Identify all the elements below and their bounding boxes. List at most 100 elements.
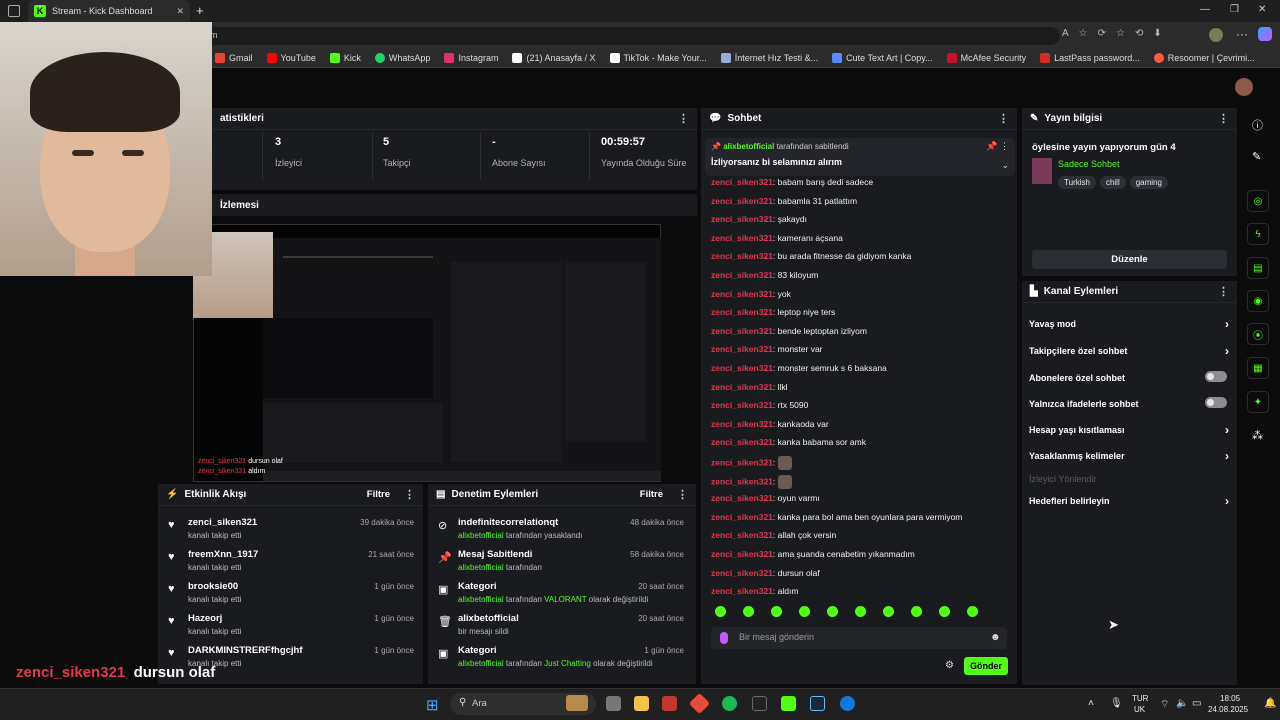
notification-icon[interactable]: 🔔 — [1264, 698, 1276, 709]
chat-username[interactable]: zenci_siken321 — [711, 270, 773, 280]
chat-username[interactable]: zenci_siken321 — [711, 493, 773, 503]
profile-icon[interactable] — [1209, 28, 1223, 42]
document-icon[interactable]: ▤ — [1247, 257, 1269, 279]
emote-icon[interactable] — [771, 606, 782, 617]
kebab-icon[interactable]: ⋮ — [998, 112, 1009, 125]
action-followers-only[interactable]: Takipçilere özel sohbet › — [1029, 344, 1229, 358]
chat-username[interactable]: zenci_siken321 — [711, 457, 773, 467]
chat-username[interactable]: zenci_siken321 — [711, 512, 773, 522]
bookmark-x[interactable]: (21) Anasayfa / X — [512, 52, 596, 63]
kebab-icon[interactable]: ⋮ — [678, 112, 689, 125]
action-slow-mode[interactable]: Yavaş mod › — [1029, 317, 1229, 331]
chat-input[interactable]: Bir mesaj gönderin — [711, 627, 1007, 649]
edge-icon[interactable] — [840, 696, 855, 711]
chat-username[interactable]: zenci_siken321 — [711, 326, 773, 336]
chat-username[interactable]: zenci_siken321 — [711, 214, 773, 224]
bookmark-tiktok[interactable]: TikTok - Make Your... — [609, 52, 707, 63]
action-emotes-only[interactable]: Yalnızca ifadelerle sohbet — [1029, 397, 1229, 409]
moderation-filter-button[interactable]: Filtre — [640, 489, 663, 500]
action-banned-words[interactable]: Yasaklanmış kelimeler › — [1029, 449, 1229, 463]
chat-username[interactable]: zenci_siken321 — [711, 177, 773, 187]
target-icon[interactable]: ◎ — [1247, 190, 1269, 212]
bookmark-youtube[interactable]: YouTube — [266, 52, 316, 63]
window-close-icon[interactable]: ✕ — [1258, 4, 1266, 15]
bookmark-resoomer[interactable]: Resoomer | Çevrimi... — [1153, 52, 1255, 63]
unpin-icon[interactable]: 📌 ⋮ — [986, 141, 1009, 152]
app-icon[interactable] — [662, 696, 677, 711]
lightning-icon[interactable]: ϟ — [1247, 223, 1269, 245]
emote-icon[interactable] — [799, 606, 810, 617]
action-account-age[interactable]: Hesap yaşı kısıtlaması › — [1029, 423, 1229, 437]
tab-kick-dashboard[interactable]: K Stream - Kick Dashboard ✕ — [28, 0, 190, 22]
bookmark-cute-text[interactable]: Cute Text Art | Copy... — [832, 52, 933, 63]
kebab-icon[interactable]: ⋮ — [1218, 112, 1229, 125]
kebab-icon[interactable]: ⋮ — [677, 488, 688, 501]
chevron-up-icon[interactable]: ˄ — [1088, 698, 1094, 709]
chat-username[interactable]: zenci_siken321 — [711, 289, 773, 299]
maximize-icon[interactable]: ❐ — [1230, 4, 1239, 15]
language-top[interactable]: TUR — [1132, 694, 1148, 703]
message-icon[interactable]: ◉ — [1247, 290, 1269, 312]
chat-username[interactable]: zenci_siken321 — [711, 568, 773, 578]
kick-app-icon[interactable] — [781, 696, 796, 711]
clock-time[interactable]: 18:05 — [1220, 694, 1240, 703]
chevron-down-icon[interactable]: ⌄ — [1001, 160, 1009, 171]
chat-username[interactable]: zenci_siken321 — [711, 233, 773, 243]
copilot-icon[interactable] — [1258, 27, 1272, 41]
more-menu-icon[interactable]: ··· — [1236, 27, 1248, 41]
wrench-icon[interactable]: ✦ — [1247, 391, 1269, 413]
chat-username[interactable]: zenci_siken321 — [711, 344, 773, 354]
chat-username[interactable]: zenci_siken321 — [711, 530, 773, 540]
emote-icon[interactable] — [911, 606, 922, 617]
info-icon[interactable]: ⓘ — [1252, 117, 1263, 133]
kebab-icon[interactable]: ⋮ — [1218, 285, 1229, 298]
browser-toolbar-icons[interactable]: A☆⟳☆⟲⬇ — [1062, 28, 1172, 39]
chat-username[interactable]: zenci_siken321 — [711, 400, 773, 410]
bookmark-kick[interactable]: Kick — [329, 52, 361, 63]
minimize-icon[interactable]: — — [1200, 4, 1210, 15]
send-button[interactable]: Gönder — [964, 657, 1008, 675]
chat-username[interactable]: zenci_siken321 — [711, 251, 773, 261]
emotes-only-toggle[interactable] — [1205, 397, 1227, 408]
gear-icon[interactable]: ⚙ — [945, 660, 954, 671]
chat-username[interactable]: zenci_siken321 — [711, 382, 773, 392]
chat-username[interactable]: zenci_siken321 — [711, 549, 773, 559]
bookmark-mcafee[interactable]: McAfee Security — [946, 52, 1026, 63]
chat-username[interactable]: zenci_siken321 — [711, 307, 773, 317]
bookmark-gmail[interactable]: Gmail — [215, 52, 253, 63]
edit-stream-button[interactable]: Düzenle — [1032, 250, 1227, 269]
steam-icon[interactable] — [810, 696, 825, 711]
bookmark-instagram[interactable]: Instagram — [444, 52, 498, 63]
emote-icon[interactable] — [715, 606, 726, 617]
chat-username[interactable]: zenci_siken321 — [711, 437, 773, 447]
subscribers-only-toggle[interactable] — [1205, 371, 1227, 382]
clock-date[interactable]: 24.08.2025 — [1208, 705, 1248, 714]
chat-username[interactable]: zenci_siken321 — [711, 476, 773, 486]
url-field[interactable]: m — [200, 27, 1060, 45]
storage-icon[interactable]: ▦ — [1247, 357, 1269, 379]
kebab-icon[interactable]: ⋮ — [404, 488, 415, 501]
task-view-icon[interactable] — [606, 696, 621, 711]
file-explorer-icon[interactable] — [634, 696, 649, 711]
close-tab-icon[interactable]: ✕ — [176, 6, 184, 17]
app-icon[interactable] — [752, 696, 767, 711]
language-bottom[interactable]: UK — [1134, 705, 1145, 714]
pencil-icon[interactable]: ✎ — [1252, 150, 1261, 163]
chat-username[interactable]: zenci_siken321 — [711, 419, 773, 429]
chat-username[interactable]: zenci_siken321 — [711, 586, 773, 596]
new-tab-icon[interactable]: + — [196, 3, 204, 18]
spotify-icon[interactable] — [722, 696, 737, 711]
speaker-icon[interactable]: 🔈 — [1176, 698, 1188, 709]
chat-username[interactable]: zenci_siken321 — [711, 196, 773, 206]
wifi-icon[interactable]: ⌔ — [1160, 698, 1169, 711]
emoji-picker-icon[interactable]: ☻ — [990, 632, 1001, 643]
activity-filter-button[interactable]: Filtre — [367, 489, 390, 500]
action-subscribers-only[interactable]: Abonelere özel sohbet — [1029, 371, 1229, 383]
avatar[interactable] — [1235, 78, 1253, 96]
emote-icon[interactable] — [967, 606, 978, 617]
broadcast-icon[interactable]: ⦿ — [1247, 323, 1269, 345]
pinned-message[interactable]: 📌 alixbetofficial tarafından sabitlendi … — [705, 138, 1015, 176]
share-icon[interactable]: ⁂ — [1252, 429, 1263, 442]
emote-icon[interactable] — [743, 606, 754, 617]
bookmark-speedtest[interactable]: İnternet Hız Testi &... — [720, 52, 818, 63]
